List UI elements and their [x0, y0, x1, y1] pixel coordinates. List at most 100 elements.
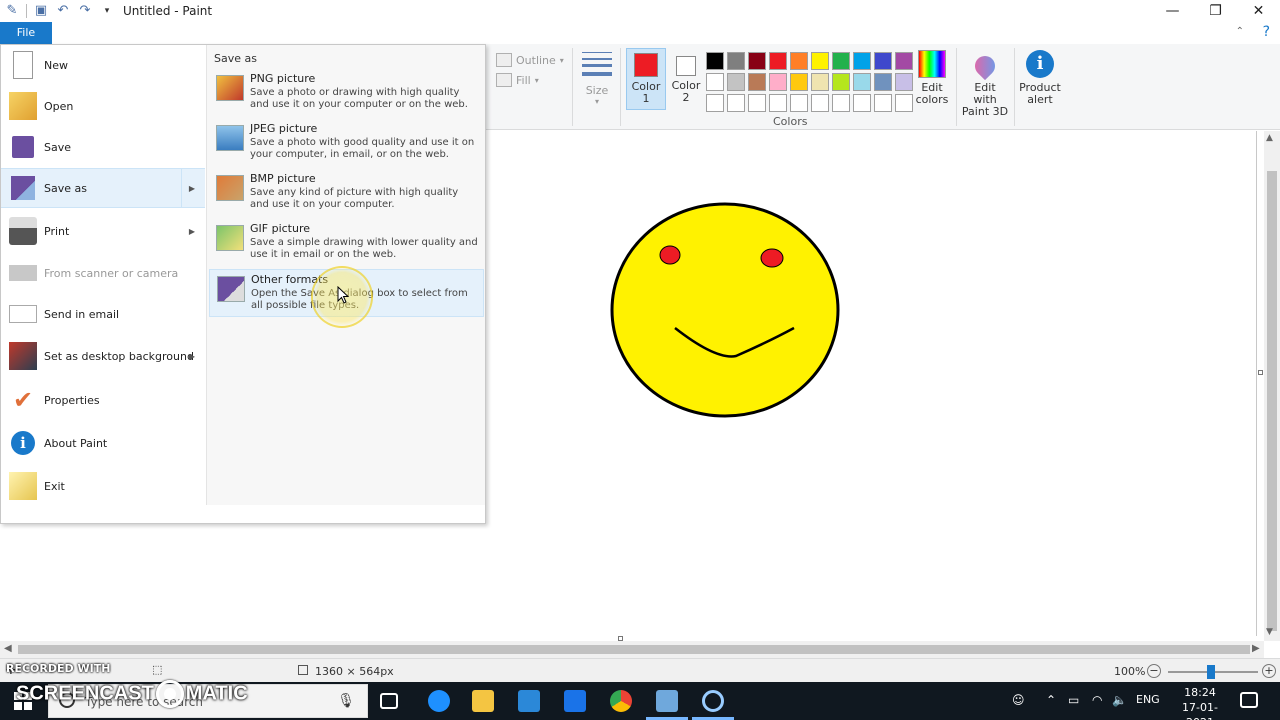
palette-color-swatch[interactable] — [769, 52, 787, 70]
people-icon[interactable]: ☺ — [1012, 693, 1025, 707]
vertical-scroll-thumb[interactable] — [1267, 171, 1277, 631]
store-icon[interactable] — [518, 690, 540, 712]
file-explorer-icon[interactable] — [472, 690, 494, 712]
screencast-o-matic-icon[interactable] — [702, 690, 724, 712]
chrome-icon[interactable] — [610, 690, 632, 712]
file-menu-item-label: Set as desktop background — [44, 349, 194, 363]
palette-color-swatch[interactable] — [769, 94, 787, 112]
palette-color-swatch[interactable] — [748, 94, 766, 112]
mail-icon[interactable] — [564, 690, 586, 712]
palette-color-swatch[interactable] — [790, 52, 808, 70]
horizontal-scroll-thumb[interactable] — [18, 645, 1250, 654]
file-menu-item-exit[interactable]: Exit — [1, 466, 205, 506]
palette-color-swatch[interactable] — [706, 94, 724, 112]
paint-taskbar-icon[interactable] — [656, 690, 678, 712]
palette-color-swatch[interactable] — [895, 52, 913, 70]
palette-color-swatch[interactable] — [895, 73, 913, 91]
file-menu-item-save-as[interactable]: Save as ▶ — [1, 168, 205, 208]
language-indicator[interactable]: ENG — [1136, 693, 1160, 706]
outline-button[interactable]: Outline ▾ — [496, 50, 564, 70]
save-as-option-png-picture[interactable]: PNG picture Save a photo or drawing with … — [209, 69, 484, 117]
palette-color-swatch[interactable] — [727, 94, 745, 112]
file-menu-item-about-paint[interactable]: i About Paint — [1, 423, 205, 463]
save-as-option-description: Save a photo with good quality and use i… — [250, 137, 475, 160]
scroll-up-icon[interactable]: ▲ — [1266, 133, 1273, 143]
ribbon-collapse-icon[interactable]: ⌃ — [1236, 26, 1244, 37]
save-as-option-name: BMP picture — [250, 172, 316, 185]
maximize-button[interactable]: ❐ — [1194, 0, 1237, 22]
save-icon[interactable]: ▣ — [33, 3, 49, 19]
status-bar: ✛ ⬚ 1360 × 564px 100% − + — [0, 658, 1280, 682]
file-menu-item-open[interactable]: Open — [1, 86, 205, 126]
task-view-icon[interactable] — [380, 693, 398, 709]
scroll-left-icon[interactable]: ◀ — [4, 643, 12, 654]
product-alert-button[interactable]: i Product alert — [1018, 48, 1062, 106]
system-clock[interactable]: 18:24 17-01-2021 — [1170, 685, 1230, 720]
tray-chevron-up-icon[interactable]: ⌃ — [1046, 693, 1056, 707]
size-button[interactable]: Size ▾ — [582, 50, 612, 106]
palette-color-swatch[interactable] — [832, 52, 850, 70]
palette-color-swatch[interactable] — [811, 94, 829, 112]
scroll-down-icon[interactable]: ▼ — [1266, 627, 1273, 637]
redo-icon[interactable]: ↷ — [77, 3, 93, 19]
scroll-right-icon[interactable]: ▶ — [1252, 643, 1260, 654]
palette-color-swatch[interactable] — [790, 94, 808, 112]
palette-color-swatch[interactable] — [853, 73, 871, 91]
palette-color-swatch[interactable] — [811, 73, 829, 91]
color1-button[interactable]: Color 1 — [626, 48, 666, 110]
palette-color-swatch[interactable] — [853, 52, 871, 70]
zoom-slider[interactable] — [1168, 665, 1258, 679]
minimize-button[interactable]: — — [1151, 0, 1194, 22]
wifi-icon[interactable]: ◠ — [1092, 693, 1102, 707]
palette-color-swatch[interactable] — [769, 73, 787, 91]
file-menu-item-send-in-email[interactable]: Send in email — [1, 294, 205, 334]
file-menu-item-new[interactable]: New — [1, 45, 205, 85]
horizontal-scrollbar[interactable]: ◀ ▶ — [0, 641, 1264, 658]
save-as-option-bmp-picture[interactable]: BMP picture Save any kind of picture with… — [209, 169, 484, 217]
palette-color-swatch[interactable] — [853, 94, 871, 112]
vertical-scrollbar[interactable]: ▲ ▼ — [1264, 131, 1280, 641]
canvas-resize-handle-right[interactable] — [1258, 370, 1263, 375]
palette-color-swatch[interactable] — [874, 94, 892, 112]
volume-icon[interactable]: 🔈 — [1112, 693, 1127, 707]
color2-button[interactable]: Color 2 — [666, 48, 706, 110]
fill-button[interactable]: Fill ▾ — [496, 70, 564, 90]
file-menu-item-properties[interactable]: ✔ Properties — [1, 380, 205, 420]
edit-colors-button[interactable]: Edit colors — [912, 48, 952, 106]
edit-with-paint3d-button[interactable]: Edit with Paint 3D — [960, 48, 1010, 118]
palette-color-swatch[interactable] — [706, 52, 724, 70]
file-menu-item-save[interactable]: Save — [1, 127, 205, 167]
save-as-option-jpeg-picture[interactable]: JPEG picture Save a photo with good quali… — [209, 119, 484, 167]
edge-browser-icon[interactable] — [428, 690, 450, 712]
notification-center-icon[interactable] — [1240, 692, 1258, 708]
palette-color-swatch[interactable] — [790, 73, 808, 91]
undo-icon[interactable]: ↶ — [55, 3, 71, 19]
file-menu-item-print[interactable]: Print ▶ — [1, 211, 205, 251]
customize-toolbar-icon[interactable]: ▾ — [99, 3, 115, 19]
file-menu-item-set-as-desktop-background[interactable]: Set as desktop background ▶ — [1, 336, 205, 376]
palette-color-swatch[interactable] — [874, 52, 892, 70]
palette-color-swatch[interactable] — [811, 52, 829, 70]
save-as-option-gif-picture[interactable]: GIF picture Save a simple drawing with lo… — [209, 219, 484, 267]
palette-color-swatch[interactable] — [832, 73, 850, 91]
palette-color-swatch[interactable] — [727, 52, 745, 70]
palette-color-swatch[interactable] — [874, 73, 892, 91]
close-button[interactable]: ✕ — [1237, 0, 1280, 22]
palette-color-swatch[interactable] — [748, 52, 766, 70]
file-menu: New Open Save Save as ▶ Print ▶ From scanner or… — [0, 44, 486, 524]
paint-app-icon[interactable]: ✎ — [4, 3, 20, 19]
file-tab[interactable]: File — [0, 22, 52, 44]
palette-color-swatch[interactable] — [895, 94, 913, 112]
zoom-out-icon[interactable]: − — [1147, 664, 1161, 678]
help-icon[interactable]: ? — [1263, 24, 1270, 40]
microphone-icon[interactable]: 🎙 — [337, 693, 355, 709]
zoom-slider-thumb[interactable] — [1207, 665, 1216, 679]
palette-color-swatch[interactable] — [832, 94, 850, 112]
zoom-in-icon[interactable]: + — [1262, 664, 1276, 678]
palette-color-swatch[interactable] — [748, 73, 766, 91]
palette-color-swatch[interactable] — [727, 73, 745, 91]
battery-icon[interactable]: ▭ — [1068, 693, 1079, 707]
file-menu-item-label: Exit — [44, 479, 65, 493]
palette-color-swatch[interactable] — [706, 73, 724, 91]
canvas-size-icon — [298, 665, 308, 675]
